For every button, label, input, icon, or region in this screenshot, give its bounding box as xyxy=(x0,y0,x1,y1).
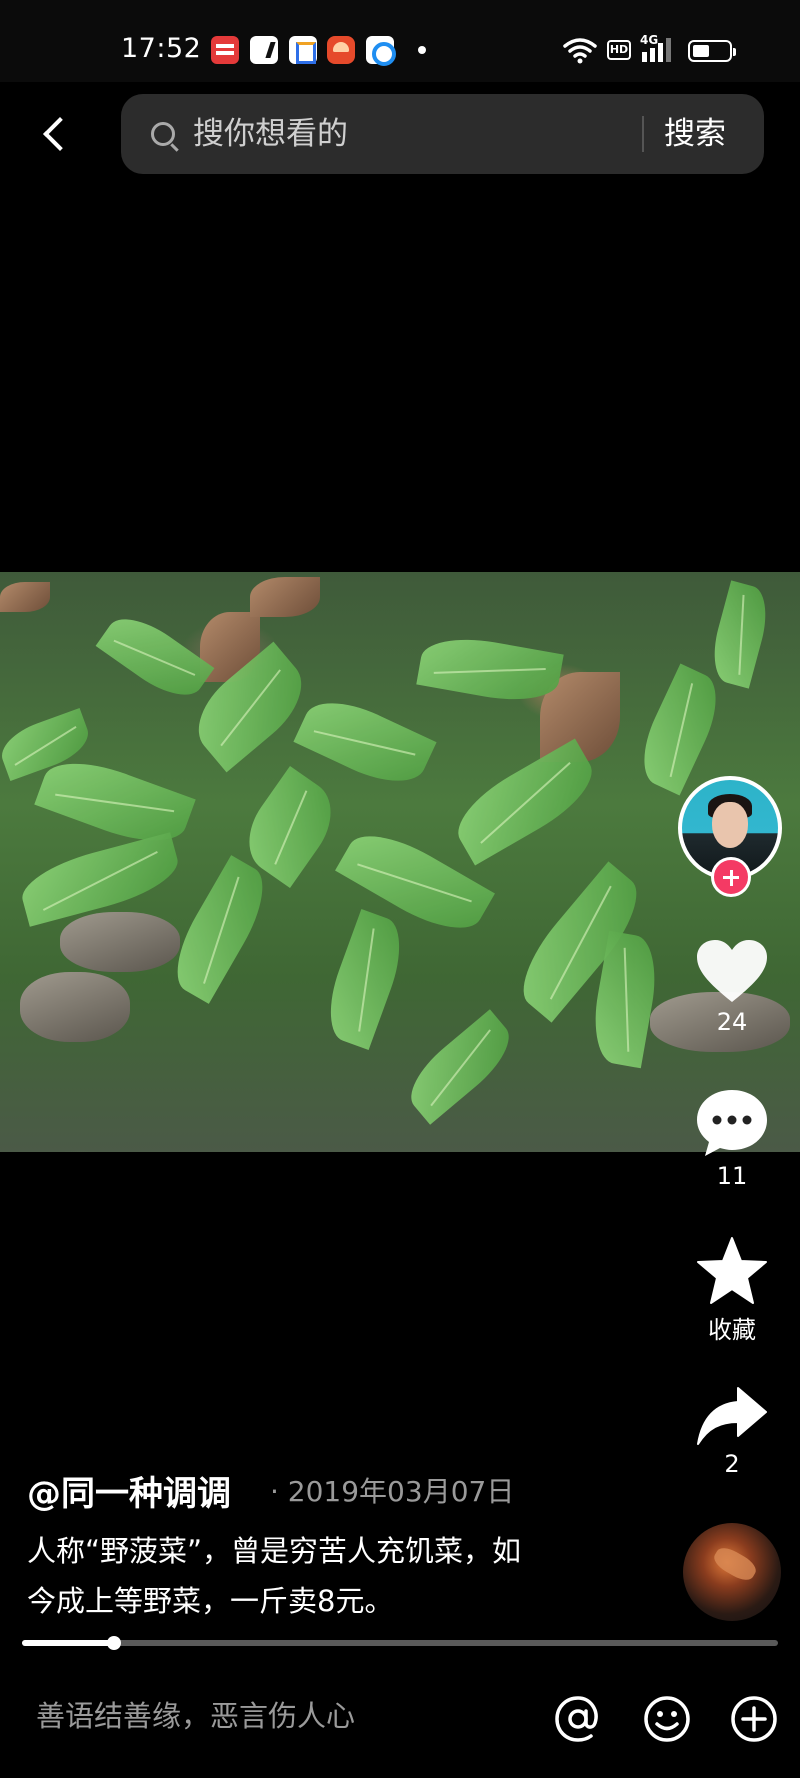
share-icon xyxy=(697,1387,767,1445)
share-count: 2 xyxy=(724,1450,740,1478)
comment-icon xyxy=(697,1090,767,1156)
comment-count: 11 xyxy=(716,1162,748,1190)
follow-button[interactable] xyxy=(711,857,751,897)
search-input[interactable] xyxy=(193,94,693,174)
hd-badge: HD xyxy=(607,40,631,60)
post-date: · 2019年03月07日 xyxy=(270,1475,515,1508)
video-app-icon xyxy=(327,36,355,64)
star-icon xyxy=(697,1237,767,1304)
video-leaf xyxy=(293,687,437,797)
mention-at-icon[interactable] xyxy=(553,1694,603,1744)
browser-app-icon xyxy=(366,36,396,66)
status-time: 17:52 xyxy=(121,33,202,64)
video-leaf xyxy=(445,738,605,866)
favorite-button[interactable]: 收藏 xyxy=(682,1236,782,1345)
signal-icon xyxy=(642,38,671,62)
back-button[interactable] xyxy=(36,110,77,162)
search-box[interactable]: 搜索 xyxy=(121,94,764,174)
share-button[interactable]: 2 xyxy=(682,1386,782,1478)
caption-line: 今成上等野菜，一斤卖8元。 xyxy=(27,1584,394,1618)
favorite-label: 收藏 xyxy=(708,1316,756,1344)
job-app-icon xyxy=(289,36,317,64)
heart-icon xyxy=(697,940,767,1002)
video-leaf xyxy=(705,580,775,689)
music-disc[interactable] xyxy=(683,1523,781,1621)
video-leaf xyxy=(397,1009,523,1125)
comment-input[interactable] xyxy=(36,1684,516,1748)
video-dry-leaf xyxy=(250,577,320,617)
add-icon[interactable] xyxy=(729,1694,779,1744)
video-leaf xyxy=(95,604,215,710)
status-bar: 17:52 HD 4G xyxy=(0,0,800,82)
author-name[interactable]: @同一种调调 xyxy=(27,1466,231,1515)
video-dry-leaf xyxy=(0,582,50,612)
video-caption: 人称“野菠菜”，曾是穷苦人充饥菜，如 今成上等野菜，一斤卖8元。 xyxy=(27,1526,607,1626)
search-button[interactable]: 搜索 xyxy=(664,94,726,174)
video-progress-bar[interactable] xyxy=(22,1636,778,1650)
video-rock xyxy=(60,912,180,972)
like-count: 24 xyxy=(716,1008,748,1036)
battery-icon xyxy=(688,40,736,62)
video-progress-handle[interactable] xyxy=(107,1636,122,1650)
video-rock xyxy=(20,972,130,1042)
wifi-icon xyxy=(563,38,597,64)
maps-app-icon xyxy=(250,36,278,64)
avatar-face xyxy=(712,802,748,848)
video-player[interactable] xyxy=(0,572,800,1152)
more-notifications-dot xyxy=(418,46,426,54)
emoji-icon[interactable] xyxy=(642,1694,692,1744)
comment-bar xyxy=(0,1664,800,1778)
chevron-left-icon xyxy=(43,117,77,151)
search-divider xyxy=(642,116,644,152)
like-button[interactable]: 24 xyxy=(682,938,782,1036)
video-leaf xyxy=(629,663,731,796)
toutiao-app-icon xyxy=(211,36,239,64)
video-leaf xyxy=(316,909,414,1050)
video-leaf xyxy=(161,855,279,1004)
video-leaf xyxy=(416,630,564,709)
caption-line: 人称“野菠菜”，曾是穷苦人充饥菜，如 xyxy=(27,1534,522,1568)
comment-button[interactable]: 11 xyxy=(682,1088,782,1190)
search-icon xyxy=(151,122,175,146)
video-progress-fill xyxy=(22,1640,115,1646)
